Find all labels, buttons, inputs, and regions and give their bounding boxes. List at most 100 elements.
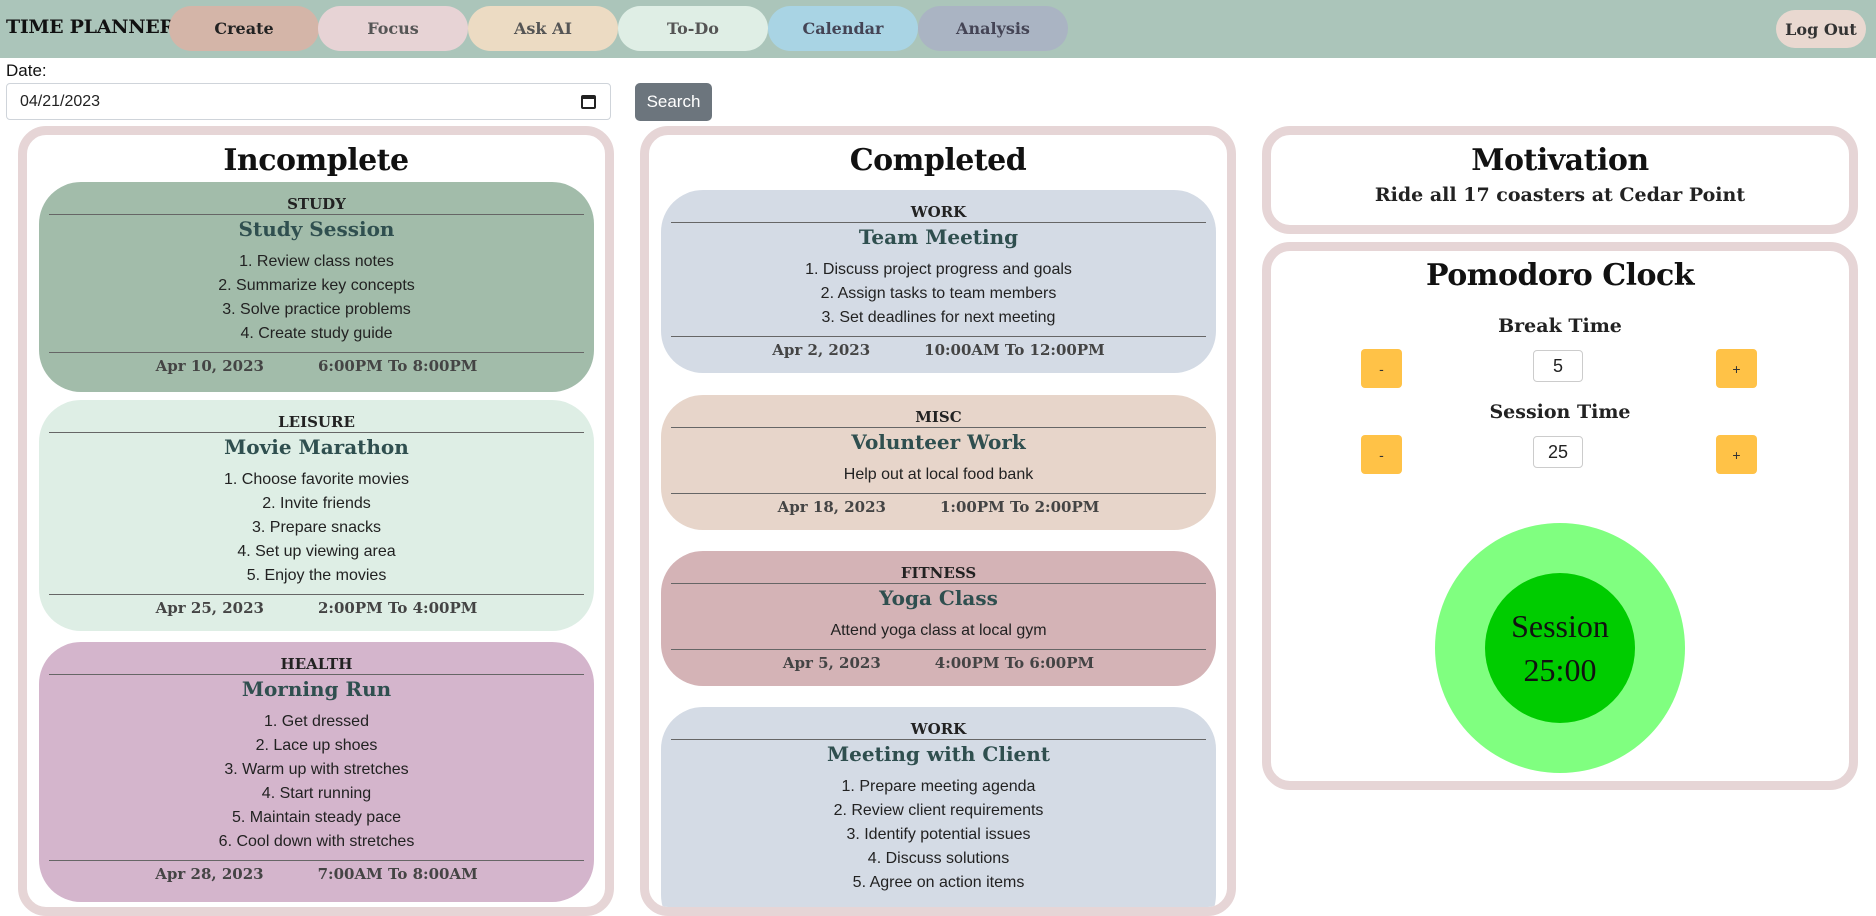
task-date: Apr 18, 2023: [777, 498, 886, 516]
task-name: Study Session: [238, 217, 395, 241]
nav-analysis-button[interactable]: Analysis: [918, 6, 1068, 51]
session-increment-button[interactable]: +: [1716, 435, 1757, 474]
divider: [671, 583, 1206, 584]
divider: [49, 594, 584, 595]
task-name: Volunteer Work: [851, 430, 1026, 454]
task-step: 3. Identify potential issues: [846, 826, 1031, 843]
task-step: 3. Set deadlines for next meeting: [821, 309, 1056, 326]
nav-focus-button[interactable]: Focus: [318, 6, 468, 51]
nav-calendar-button[interactable]: Calendar: [768, 6, 918, 51]
motivation-panel: Motivation Ride all 17 coasters at Cedar…: [1262, 126, 1858, 234]
date-label: Date:: [6, 61, 47, 80]
divider: [671, 739, 1206, 740]
task-date: Apr 5, 2023: [782, 654, 881, 672]
session-time-label: Session Time: [1489, 401, 1631, 423]
task-card[interactable]: LEISURE Movie Marathon 1. Choose favorite …: [39, 400, 594, 631]
divider: [671, 493, 1206, 494]
task-step: 2. Summarize key concepts: [218, 277, 415, 294]
task-step: 1. Review class notes: [239, 253, 394, 270]
break-time-label: Break Time: [1498, 315, 1622, 337]
break-time-value: 5: [1533, 350, 1583, 382]
task-step: 2. Assign tasks to team members: [820, 285, 1057, 302]
divider: [671, 427, 1206, 428]
task-steps-list: 1. Prepare meeting agenda 2. Review clien…: [661, 775, 1216, 895]
task-steps-list: 1. Get dressed 2. Lace up shoes 3. Warm up…: [39, 710, 594, 854]
task-date: Apr 25, 2023: [155, 599, 264, 617]
task-time: 7:00AM To 8:00AM: [317, 865, 478, 883]
task-step: 2. Review client requirements: [833, 802, 1044, 819]
pomodoro-title: Pomodoro Clock: [1425, 258, 1695, 293]
pomodoro-panel: Pomodoro Clock Break Time - 5 + Session …: [1262, 242, 1858, 790]
task-card[interactable]: HEALTH Morning Run 1. Get dressed 2. Lace u…: [39, 642, 594, 902]
task-step: 1. Prepare meeting agenda: [841, 778, 1036, 795]
task-category: FITNESS: [900, 564, 977, 582]
app-title: TIME PLANNER: [6, 16, 175, 38]
completed-panel: Completed WORK Team Meeting 1. Discuss pro…: [640, 126, 1236, 916]
divider: [671, 222, 1206, 223]
nav-ask-ai-button[interactable]: Ask AI: [468, 6, 618, 51]
task-footer: Apr 18, 2023 1:00PM To 2:00PM: [661, 498, 1216, 516]
motivation-text: Ride all 17 coasters at Cedar Point: [1374, 184, 1746, 206]
task-step: 4. Create study guide: [240, 325, 393, 342]
task-step: 5. Agree on action items: [852, 874, 1025, 891]
timer-countdown: 25:00: [1523, 652, 1597, 688]
task-time: 2:00PM To 4:00PM: [317, 599, 478, 617]
divider: [671, 336, 1206, 337]
task-step: 2. Invite friends: [262, 495, 371, 512]
task-step: 3. Solve practice problems: [222, 301, 411, 318]
task-date: Apr 2, 2023: [772, 341, 871, 359]
search-button[interactable]: Search: [635, 83, 712, 121]
task-date: Apr 28, 2023: [155, 865, 264, 883]
top-nav-bar: TIME PLANNER Create Focus Ask AI To-Do C…: [0, 0, 1876, 58]
task-steps-list: 1. Discuss project progress and goals 2. …: [661, 258, 1216, 330]
task-category: HEALTH: [280, 655, 353, 673]
task-step: 1. Get dressed: [264, 713, 369, 730]
nav-todo-button[interactable]: To-Do: [618, 6, 768, 51]
task-step: 1. Discuss project progress and goals: [805, 261, 1072, 278]
task-name: Morning Run: [241, 677, 392, 701]
task-name: Yoga Class: [879, 586, 998, 610]
task-footer: Apr 10, 2023 6:00PM To 8:00PM: [39, 357, 594, 375]
session-time-value: 25: [1533, 436, 1583, 468]
task-time: 6:00PM To 8:00PM: [317, 357, 478, 375]
task-card[interactable]: WORK Team Meeting 1. Discuss project progr…: [661, 190, 1216, 373]
task-card[interactable]: STUDY Study Session 1. Review class notes 2…: [39, 182, 594, 392]
task-step: 5. Maintain steady pace: [232, 809, 401, 826]
divider: [49, 352, 584, 353]
divider: [49, 432, 584, 433]
task-step: 4. Set up viewing area: [237, 543, 396, 560]
divider: [671, 649, 1206, 650]
date-input[interactable]: 04/21/2023: [6, 83, 611, 120]
motivation-title: Motivation: [1471, 143, 1649, 178]
task-footer: Apr 28, 2023 7:00AM To 8:00AM: [39, 865, 594, 883]
task-step: 3. Prepare snacks: [252, 519, 381, 536]
incomplete-title: Incomplete: [223, 143, 409, 178]
completed-title: Completed: [849, 143, 1027, 178]
task-step: 3. Warm up with stretches: [224, 761, 409, 778]
task-name: Meeting with Client: [826, 742, 1051, 766]
task-card[interactable]: FITNESS Yoga Class Attend yoga class at lo…: [661, 551, 1216, 686]
calendar-icon[interactable]: [581, 95, 596, 109]
task-step: 5. Enjoy the movies: [246, 567, 387, 584]
task-time: 1:00PM To 2:00PM: [939, 498, 1100, 516]
timer-mode: Session: [1511, 608, 1609, 644]
task-category: MISC: [915, 408, 962, 426]
incomplete-panel: Incomplete STUDY Study Session 1. Review c…: [18, 126, 614, 916]
session-decrement-button[interactable]: -: [1361, 435, 1402, 474]
pomodoro-timer-ring[interactable]: Session 25:00: [1435, 523, 1685, 773]
task-footer: Apr 2, 2023 10:00AM To 12:00PM: [661, 341, 1216, 359]
pomodoro-timer-face: Session 25:00: [1485, 573, 1635, 723]
nav-create-button[interactable]: Create: [169, 6, 319, 51]
task-step: 4. Discuss solutions: [867, 850, 1010, 867]
task-steps-list: 1. Review class notes 2. Summarize key co…: [39, 250, 594, 346]
logout-button[interactable]: Log Out: [1776, 10, 1866, 48]
break-increment-button[interactable]: +: [1716, 349, 1757, 388]
task-footer: Apr 25, 2023 2:00PM To 4:00PM: [39, 599, 594, 617]
task-step: 6. Cool down with stretches: [218, 833, 415, 850]
task-category: STUDY: [287, 195, 346, 213]
task-step: 4. Start running: [261, 785, 372, 802]
task-steps-list: Help out at local food bank: [661, 463, 1216, 487]
task-card[interactable]: MISC Volunteer Work Help out at local food…: [661, 395, 1216, 530]
break-decrement-button[interactable]: -: [1361, 349, 1402, 388]
task-footer: Apr 5, 2023 4:00PM To 6:00PM: [661, 654, 1216, 672]
